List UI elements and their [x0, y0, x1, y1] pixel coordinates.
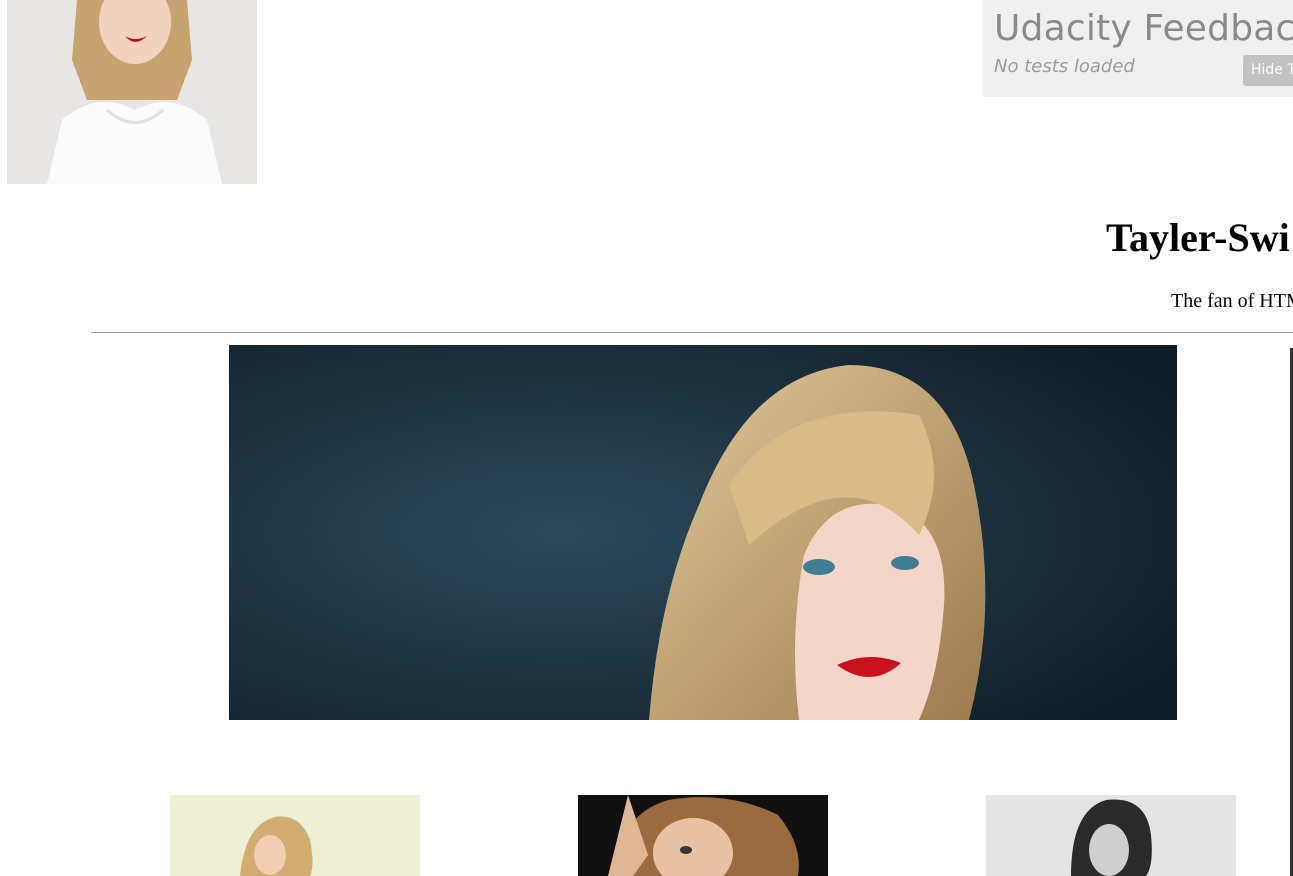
page-tagline: The fan of HTM [1171, 290, 1293, 312]
gallery-thumbnail [986, 795, 1236, 876]
udacity-feedback-widget: Udacity Feedback No tests loaded Hide T [983, 0, 1293, 97]
hero-image [229, 345, 1177, 720]
horizontal-rule [91, 332, 1293, 333]
gallery-thumbnail [170, 795, 420, 876]
feedback-title: Udacity Feedback [994, 8, 1293, 49]
feedback-status: No tests loaded [994, 56, 1135, 77]
avatar-photo [7, 0, 257, 184]
page-title: Tayler-Swi [1106, 215, 1290, 260]
hide-tests-button[interactable]: Hide T [1243, 55, 1293, 86]
gallery-thumbnail [578, 795, 828, 876]
